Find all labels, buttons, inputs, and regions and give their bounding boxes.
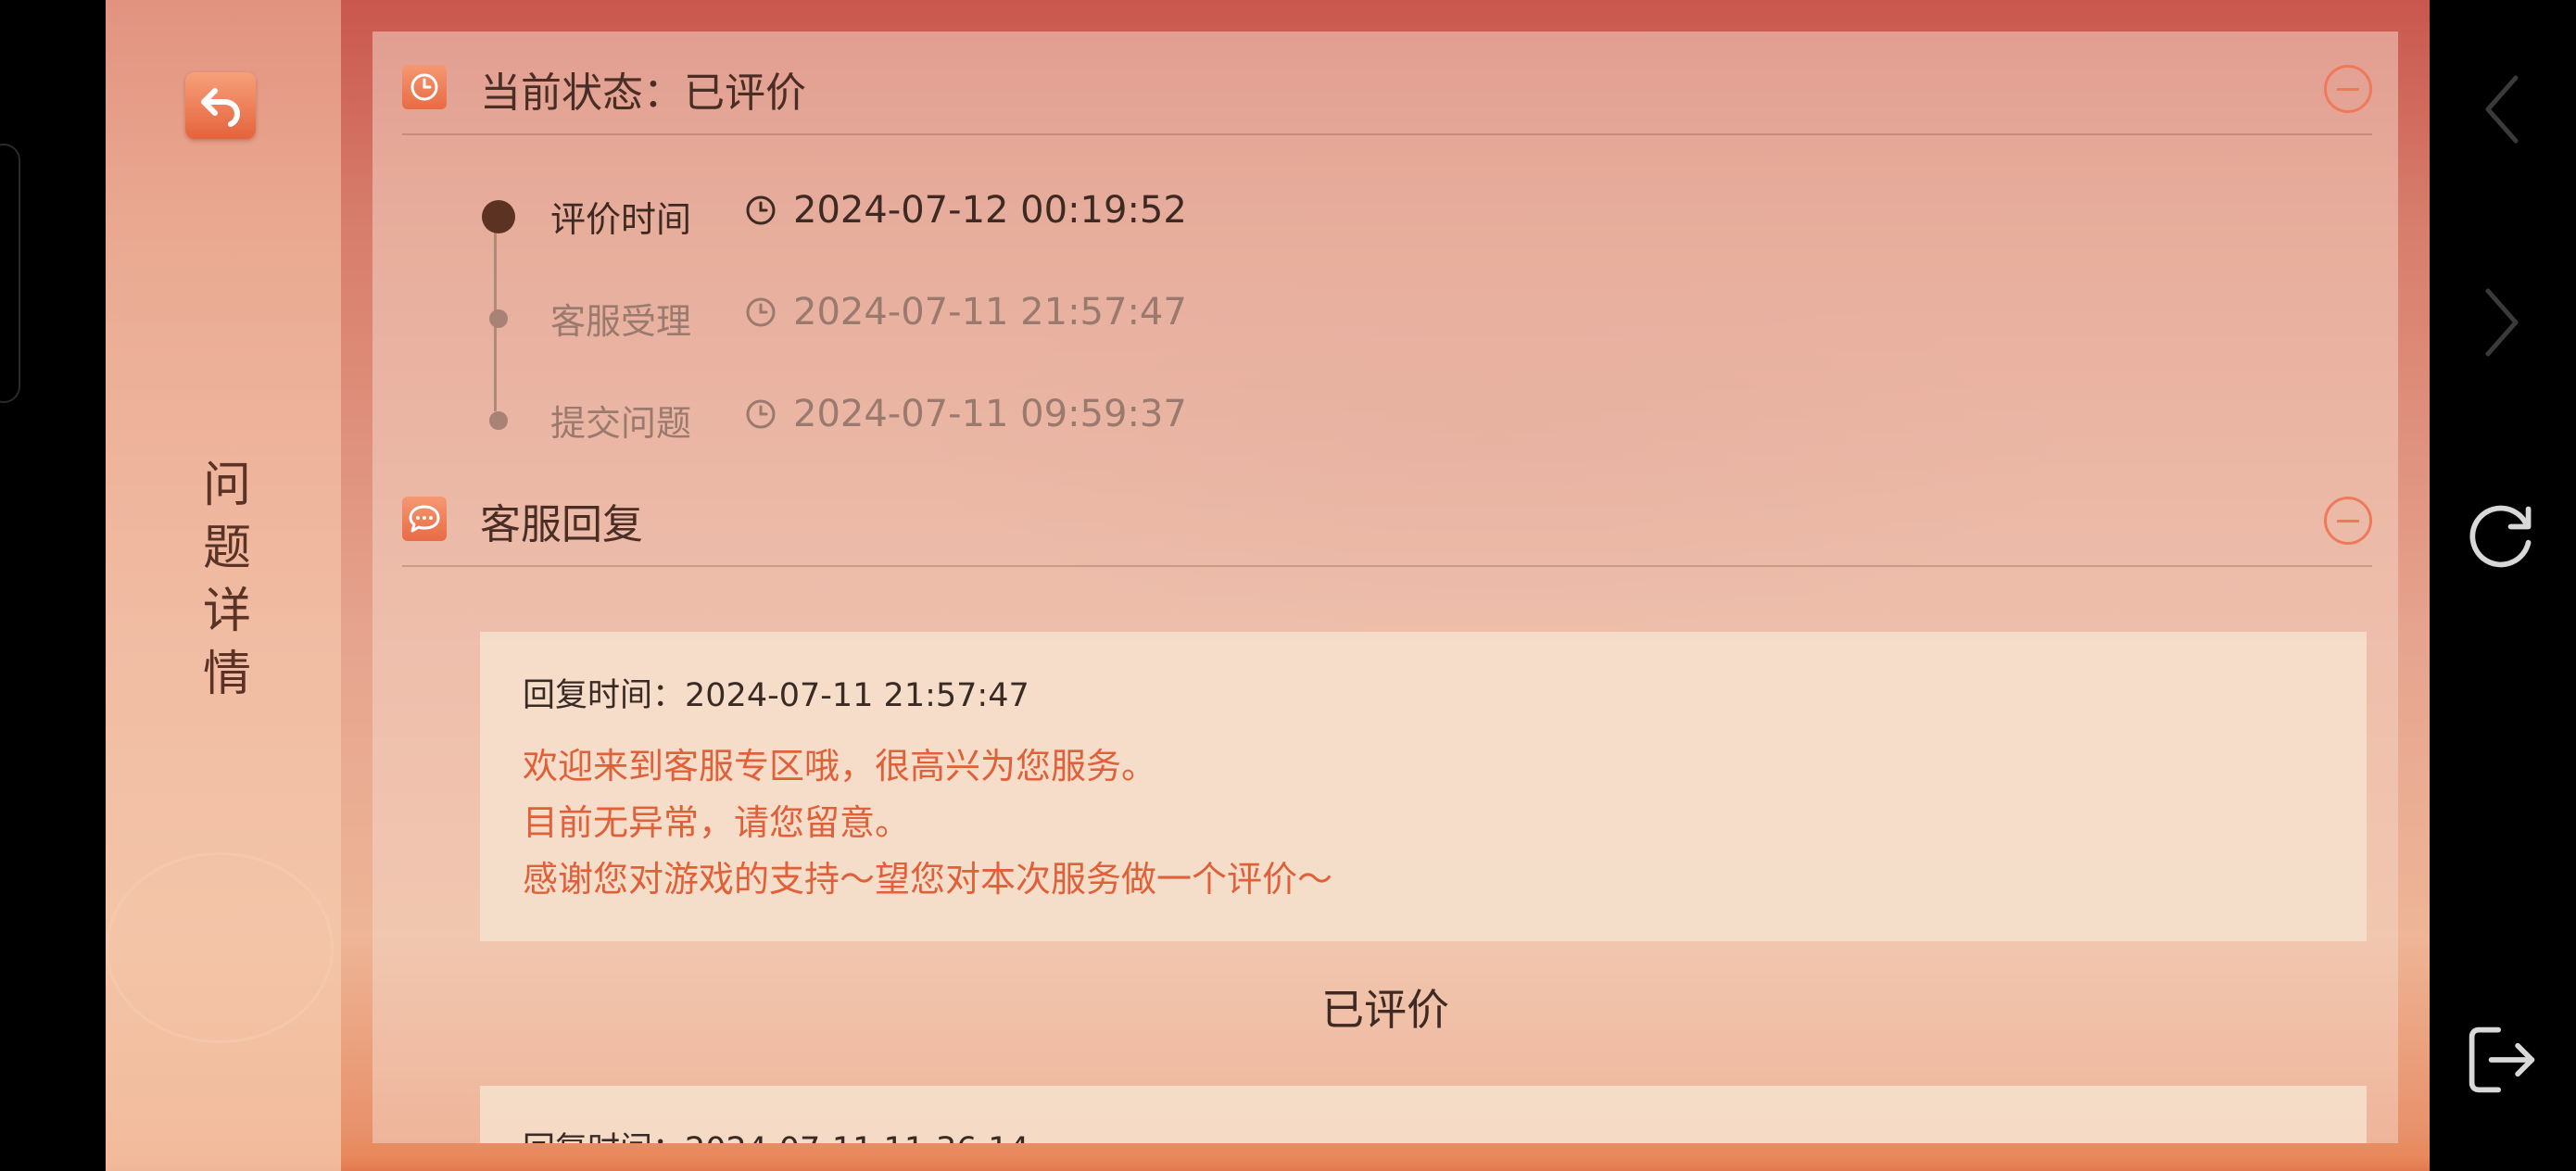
chevron-right-icon: [2485, 288, 2519, 357]
collapse-reply-button[interactable]: [2324, 497, 2372, 545]
reply-line: 目前无异常，请您留意。: [523, 802, 911, 843]
timeline-label: 提交问题: [550, 403, 692, 444]
timeline-dot: [489, 309, 508, 328]
back-button[interactable]: [185, 72, 256, 139]
exit-icon: [2469, 1026, 2535, 1093]
detail-panel: 当前状态：已评价 评价时间 2024-07-12 00:19:52 客服受理 2…: [373, 31, 2398, 1143]
timeline-time: 2024-07-11 21:57:47: [793, 291, 1187, 334]
camera-notch: [0, 144, 20, 403]
page-title-char: 问: [202, 458, 251, 513]
reply-card: 回复时间：2024-07-11 11:36:14: [480, 1086, 2367, 1143]
page-title-char: 题: [202, 521, 251, 576]
timeline-time: 2024-07-11 09:59:37: [793, 393, 1187, 435]
status-label: 当前状态：: [480, 69, 684, 117]
nav-prev-button[interactable]: [2465, 72, 2539, 146]
page-title-char: 详: [202, 584, 251, 639]
clock-icon: [746, 297, 776, 327]
refresh-icon: [2469, 505, 2532, 568]
screen: 问 题 详 情 当前状态：已评价 评价时间 2024-07-12 00:19:5…: [0, 0, 2576, 1171]
reply-time: 回复时间：2024-07-11 21:57:47: [523, 669, 1029, 716]
reply-time-value: 2024-07-11 21:57:47: [685, 677, 1029, 714]
chevron-left-icon: [2485, 75, 2519, 144]
timeline-label: 客服受理: [550, 301, 692, 342]
timeline-time: 2024-07-12 00:19:52: [793, 189, 1187, 232]
reply-line: 欢迎来到客服专区哦，很高兴为您服务。: [523, 746, 1157, 787]
reply-header: 客服回复: [402, 463, 2372, 567]
clock-icon: [746, 195, 776, 225]
reply-time-label: 回复时间：: [523, 1131, 685, 1143]
page-title-char: 情: [202, 647, 251, 702]
rated-status-label: 已评价: [1321, 985, 1449, 1035]
nav-next-button[interactable]: [2465, 285, 2539, 359]
reply-time-label: 回复时间：: [523, 677, 686, 714]
clock-icon: [746, 399, 776, 429]
reply-time-value: 2024-07-11 11:36:14: [685, 1131, 1029, 1143]
timeline-item: 提交问题 2024-07-11 09:59:37: [476, 387, 1588, 452]
refresh-button[interactable]: [2465, 498, 2539, 573]
reply-card: 回复时间：2024-07-11 21:57:47 欢迎来到客服专区哦，很高兴为您…: [480, 632, 2367, 941]
exit-button[interactable]: [2465, 1023, 2539, 1097]
reply-title: 客服回复: [480, 501, 643, 548]
timeline-item: 评价时间 2024-07-12 00:19:52: [476, 183, 1588, 248]
page-title: 问 题 详 情: [185, 454, 269, 706]
timeline-dot-active: [482, 200, 515, 233]
clock-icon: [410, 73, 438, 101]
chat-bubble-icon: [409, 505, 440, 533]
status-header: 当前状态：已评价: [402, 31, 2372, 135]
reply-line: 感谢您对游戏的支持～望您对本次服务做一个评价～: [523, 859, 1333, 900]
collapse-status-button[interactable]: [2324, 65, 2372, 113]
timeline-dot: [489, 411, 508, 430]
status-title: 当前状态：已评价: [480, 59, 806, 119]
status-icon-box: [402, 65, 447, 109]
reply-icon-box: [402, 497, 447, 541]
left-screen-edge: [0, 0, 106, 1171]
timeline-label: 评价时间: [550, 199, 692, 240]
reply-time: 回复时间：2024-07-11 11:36:14: [523, 1123, 1029, 1143]
status-value: 已评价: [684, 69, 806, 117]
right-control-bar: [2430, 0, 2576, 1171]
timeline-item: 客服受理 2024-07-11 21:57:47: [476, 285, 1588, 350]
undo-arrow-icon: [201, 88, 241, 127]
